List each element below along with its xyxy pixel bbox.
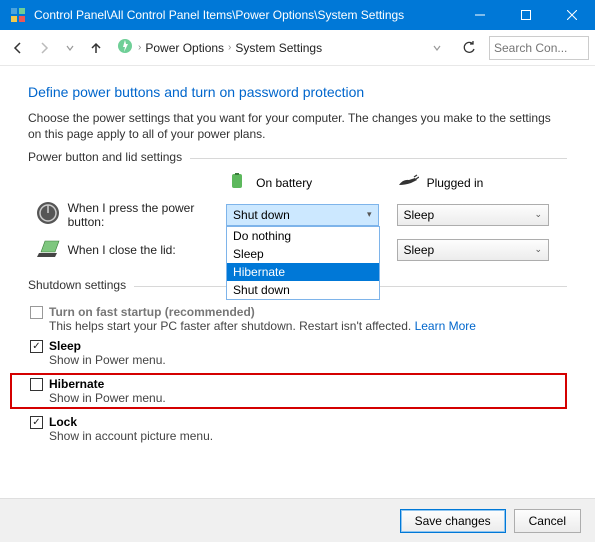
breadcrumb-item[interactable]: System Settings — [235, 41, 322, 55]
power-button-battery-dropdown[interactable]: Do nothing Sleep Hibernate Shut down — [226, 226, 380, 300]
row-label-power-button: When I press the power button: — [68, 201, 226, 229]
highlight-box: Hibernate Show in Power menu. — [10, 373, 567, 409]
group-label: Shutdown settings — [28, 278, 134, 292]
back-button[interactable] — [6, 36, 30, 60]
group-label: Power button and lid settings — [28, 150, 190, 164]
breadcrumb[interactable]: › Power Options › System Settings — [116, 37, 425, 58]
dropdown-option[interactable]: Sleep — [227, 245, 379, 263]
breadcrumb-dropdown[interactable] — [425, 36, 449, 60]
control-panel-icon — [10, 7, 26, 23]
shutdown-settings-group: Shutdown settings Turn on fast startup (… — [28, 286, 567, 443]
navbar: › Power Options › System Settings — [0, 30, 595, 66]
laptop-lid-icon — [35, 235, 61, 264]
hibernate-desc: Show in Power menu. — [35, 391, 561, 405]
save-changes-button[interactable]: Save changes — [400, 509, 506, 533]
refresh-button[interactable] — [457, 36, 481, 60]
maximize-button[interactable] — [503, 0, 549, 30]
column-header-plugged: Plugged in — [427, 176, 484, 190]
lid-plugged-combo[interactable]: Sleep⌄ — [397, 239, 549, 261]
fast-startup-label: Turn on fast startup (recommended) — [49, 305, 255, 319]
hibernate-label: Hibernate — [49, 377, 104, 391]
power-button-battery-combo[interactable]: Shut down▾ — [226, 204, 378, 226]
power-button-lid-group: Power button and lid settings On battery… — [28, 158, 567, 264]
cancel-button[interactable]: Cancel — [514, 509, 581, 533]
lock-checkbox[interactable]: ✓ — [30, 416, 43, 429]
chevron-right-icon: › — [228, 42, 231, 53]
sleep-label: Sleep — [49, 339, 81, 353]
plug-icon — [397, 173, 419, 192]
lock-label: Lock — [49, 415, 77, 429]
footer: Save changes Cancel — [0, 498, 595, 542]
page-title: Define power buttons and turn on passwor… — [28, 84, 567, 100]
dropdown-option-selected[interactable]: Hibernate — [227, 263, 379, 281]
column-header-battery: On battery — [256, 176, 312, 190]
power-button-icon — [35, 200, 61, 229]
up-button[interactable] — [84, 36, 108, 60]
chevron-down-icon: ▾ — [367, 209, 372, 220]
page-description: Choose the power settings that you want … — [28, 110, 567, 142]
chevron-down-icon: ⌄ — [534, 209, 542, 220]
battery-icon — [226, 173, 248, 192]
recent-dropdown[interactable] — [58, 36, 82, 60]
hibernate-checkbox[interactable] — [30, 378, 43, 391]
search-input[interactable] — [489, 36, 589, 60]
row-label-lid: When I close the lid: — [68, 243, 226, 257]
sleep-desc: Show in Power menu. — [49, 353, 567, 367]
dropdown-option[interactable]: Shut down — [227, 281, 379, 299]
fast-startup-desc: This helps start your PC faster after sh… — [49, 319, 567, 333]
dropdown-option[interactable]: Do nothing — [227, 227, 379, 245]
titlebar: Control Panel\All Control Panel Items\Po… — [0, 0, 595, 30]
close-button[interactable] — [549, 0, 595, 30]
minimize-button[interactable] — [457, 0, 503, 30]
fast-startup-checkbox[interactable] — [30, 306, 43, 319]
forward-button[interactable] — [32, 36, 56, 60]
lock-desc: Show in account picture menu. — [49, 429, 567, 443]
chevron-right-icon: › — [138, 42, 141, 53]
power-options-icon — [116, 37, 134, 58]
power-button-plugged-combo[interactable]: Sleep⌄ — [397, 204, 549, 226]
window-title: Control Panel\All Control Panel Items\Po… — [34, 8, 457, 22]
breadcrumb-item[interactable]: Power Options — [145, 41, 224, 55]
chevron-down-icon: ⌄ — [534, 244, 542, 255]
sleep-checkbox[interactable]: ✓ — [30, 340, 43, 353]
learn-more-link[interactable]: Learn More — [415, 319, 476, 333]
